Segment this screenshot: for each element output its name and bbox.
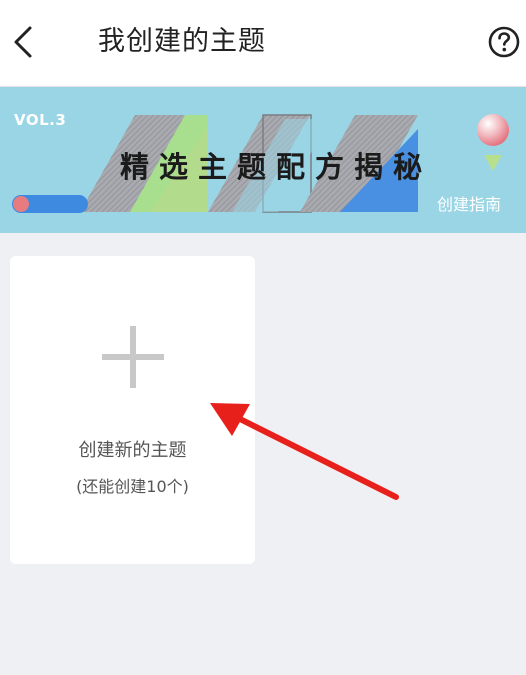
- remaining-count-label: (还能创建10个): [76, 477, 189, 496]
- banner-title: 精选主题配方揭秘: [120, 150, 433, 184]
- plus-icon: [102, 326, 164, 388]
- banner-sphere: [477, 114, 509, 146]
- page-title: 我创建的主题: [98, 26, 266, 57]
- banner-triangle: [484, 155, 502, 171]
- back-icon[interactable]: [8, 22, 38, 62]
- create-theme-card[interactable]: 创建新的主题 (还能创建10个): [10, 256, 255, 564]
- create-guide-link[interactable]: 创建指南: [437, 191, 501, 215]
- banner-vol-label: VOL.3: [14, 111, 67, 129]
- create-theme-label: 创建新的主题: [78, 440, 187, 461]
- promo-banner[interactable]: VOL.3 精选主题配方揭秘 创建指南: [0, 87, 526, 233]
- top-bar: 我创建的主题: [0, 0, 526, 87]
- help-icon[interactable]: [487, 25, 521, 59]
